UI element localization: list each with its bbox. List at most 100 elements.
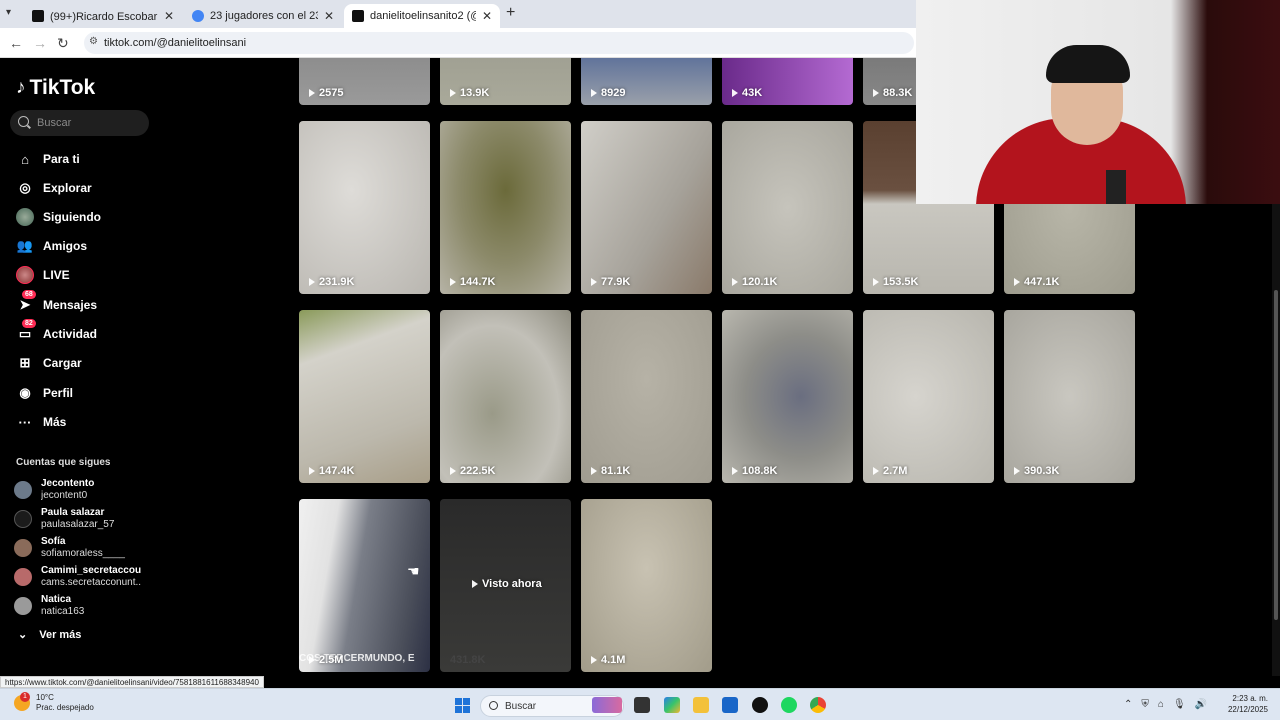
video-tile[interactable]: 222.5K bbox=[440, 310, 571, 483]
browser-tab-1[interactable]: (99+)Ricardo Escobar 🎨 (@ric ✕ bbox=[24, 4, 182, 28]
video-tile[interactable]: 147.4K bbox=[299, 310, 430, 483]
video-tile[interactable]: 2575 bbox=[299, 58, 430, 105]
account-handle: natica163 bbox=[41, 606, 85, 617]
sidebar-item-label: Explorar bbox=[43, 181, 92, 195]
following-account[interactable]: Sofía sofiamoraless____ bbox=[14, 536, 141, 560]
avatar-icon bbox=[16, 208, 34, 226]
live-icon bbox=[16, 266, 34, 284]
weather-widget[interactable]: 1 10°C Prac. despejado bbox=[14, 692, 94, 713]
webcam-overlay bbox=[916, 0, 1280, 204]
tiktok-logo[interactable]: ♪ TikTok bbox=[16, 76, 95, 100]
video-tile[interactable]: 13.9K bbox=[440, 58, 571, 105]
video-tile[interactable]: COS TERCERMUNDO, E 2.5M ☚ bbox=[299, 499, 430, 672]
see-more-button[interactable]: ⌄ Ver más bbox=[18, 628, 82, 642]
video-tile[interactable]: 81.1K bbox=[581, 310, 712, 483]
scrollbar-thumb[interactable] bbox=[1274, 290, 1278, 620]
spotify-icon[interactable] bbox=[781, 697, 797, 713]
security-icon[interactable]: ⛨ bbox=[1141, 699, 1149, 710]
file-explorer-icon[interactable] bbox=[693, 697, 709, 713]
video-tile[interactable]: 390.3K bbox=[1004, 310, 1135, 483]
video-tile[interactable]: 144.7K bbox=[440, 121, 571, 294]
play-icon bbox=[450, 467, 456, 475]
play-icon bbox=[1014, 278, 1020, 286]
account-name: Camimi_secretaccou... bbox=[41, 565, 141, 576]
sidebar-item-siguiendo[interactable]: Siguiendo bbox=[16, 208, 101, 226]
view-count: 447.1K bbox=[1024, 276, 1060, 288]
chrome-icon[interactable] bbox=[810, 697, 826, 713]
copilot-icon[interactable] bbox=[664, 697, 680, 713]
microphone-icon[interactable]: 🎙 bbox=[1173, 699, 1186, 710]
play-icon bbox=[309, 467, 315, 475]
video-tile[interactable]: 77.9K bbox=[581, 121, 712, 294]
video-tile[interactable]: 8929 bbox=[581, 58, 712, 105]
view-count: 43K bbox=[742, 87, 763, 99]
task-view-icon[interactable] bbox=[634, 697, 650, 713]
mouse-cursor-icon: ☚ bbox=[407, 563, 420, 579]
sidebar-item-explorar[interactable]: ◎ Explorar bbox=[16, 179, 92, 197]
video-tile[interactable]: 43K bbox=[722, 58, 853, 105]
following-account[interactable]: Natica natica163 bbox=[14, 594, 141, 618]
avatar bbox=[14, 597, 32, 615]
browser-tab-2[interactable]: 23 jugadores con el 23 - Buscar ✕ bbox=[184, 4, 342, 28]
close-tab-icon[interactable]: ✕ bbox=[164, 9, 174, 23]
site-info-icon[interactable]: ⚙ bbox=[89, 36, 98, 47]
following-account[interactable]: Camimi_secretaccou... cams.secretacconunt… bbox=[14, 565, 141, 589]
link-status-url: https://www.tiktok.com/@danielitoelinsan… bbox=[0, 676, 264, 688]
video-tile[interactable]: 231.9K bbox=[299, 121, 430, 294]
person-icon: ◉ bbox=[19, 385, 31, 400]
weather-desc: Prac. despejado bbox=[36, 703, 94, 712]
video-tile[interactable]: 120.1K bbox=[722, 121, 853, 294]
play-icon bbox=[873, 278, 879, 286]
more-dots-icon: ··· bbox=[18, 414, 32, 430]
sidebar-item-live[interactable]: LIVE bbox=[16, 266, 70, 284]
windows-start-icon[interactable] bbox=[455, 698, 470, 713]
network-icon[interactable]: ⌂ bbox=[1158, 699, 1164, 710]
forward-arrow-icon[interactable]: → bbox=[33, 35, 47, 51]
video-tile[interactable]: 4.1M bbox=[581, 499, 712, 672]
reload-icon[interactable]: ↻ bbox=[57, 35, 69, 52]
sidebar-item-cargar[interactable]: ⊞ Cargar bbox=[16, 354, 82, 372]
url-field[interactable]: ⚙ tiktok.com/@danielitoelinsani bbox=[84, 32, 914, 54]
view-count: 147.4K bbox=[319, 465, 355, 477]
sidebar-item-actividad[interactable]: ▭ 82 Actividad bbox=[16, 319, 97, 343]
sidebar-item-label: Más bbox=[43, 415, 67, 429]
view-count: 144.7K bbox=[460, 276, 496, 288]
taskbar-clock[interactable]: 2:23 a. m. 22/12/2025 bbox=[1222, 693, 1268, 715]
sidebar-item-perfil[interactable]: ◉ Perfil bbox=[16, 384, 73, 402]
microphone bbox=[1106, 170, 1126, 204]
capcut-icon[interactable] bbox=[752, 697, 768, 713]
see-more-label: Ver más bbox=[39, 628, 82, 641]
url-text: tiktok.com/@danielitoelinsani bbox=[104, 37, 247, 49]
browser-tab-3[interactable]: danielitoelinsanito2 (@danielit ✕ bbox=[344, 4, 500, 28]
play-icon bbox=[309, 89, 315, 97]
video-tile-watched[interactable]: Visto ahora 431.8K bbox=[440, 499, 571, 672]
sidebar-item-mensajes[interactable]: ➤ 68 Mensajes bbox=[16, 290, 97, 314]
close-tab-icon[interactable]: ✕ bbox=[324, 9, 334, 23]
new-tab-plus-icon[interactable]: + bbox=[506, 4, 515, 22]
video-tile[interactable]: 2.7M bbox=[863, 310, 994, 483]
play-icon bbox=[591, 89, 597, 97]
tiktok-favicon-icon bbox=[352, 10, 364, 22]
avatar bbox=[14, 481, 32, 499]
sidebar-item-amigos[interactable]: 👥 Amigos bbox=[16, 237, 87, 255]
sidebar-item-mas[interactable]: ··· Más bbox=[16, 413, 67, 431]
video-tile[interactable]: 108.8K bbox=[722, 310, 853, 483]
view-count: 2.5M bbox=[319, 654, 344, 666]
avatar bbox=[14, 539, 32, 557]
tiktok-favicon-icon bbox=[32, 10, 44, 22]
chevron-up-icon[interactable]: ⌃ bbox=[1124, 699, 1132, 710]
sidebar-item-label: Para ti bbox=[43, 152, 80, 166]
account-handle: jecontent0 bbox=[41, 490, 88, 501]
following-account[interactable]: Jecontento jecontent0 bbox=[14, 478, 141, 502]
tab-search-chevron-icon[interactable]: ▾ bbox=[6, 7, 11, 18]
following-account[interactable]: Paula salazar paulasalazar_57 bbox=[14, 507, 141, 531]
volume-icon[interactable]: 🔊 bbox=[1195, 699, 1207, 710]
search-input[interactable]: Buscar bbox=[10, 110, 149, 136]
close-tab-icon[interactable]: ✕ bbox=[482, 9, 492, 23]
play-icon bbox=[591, 278, 597, 286]
system-tray: ⌃ ⛨ ⌂ 🎙 🔊 bbox=[1124, 699, 1207, 710]
store-icon[interactable] bbox=[722, 697, 738, 713]
sidebar-item-para-ti[interactable]: ⌂ Para ti bbox=[16, 150, 80, 168]
compass-icon: ◎ bbox=[19, 180, 31, 195]
back-arrow-icon[interactable]: ← bbox=[9, 35, 23, 51]
